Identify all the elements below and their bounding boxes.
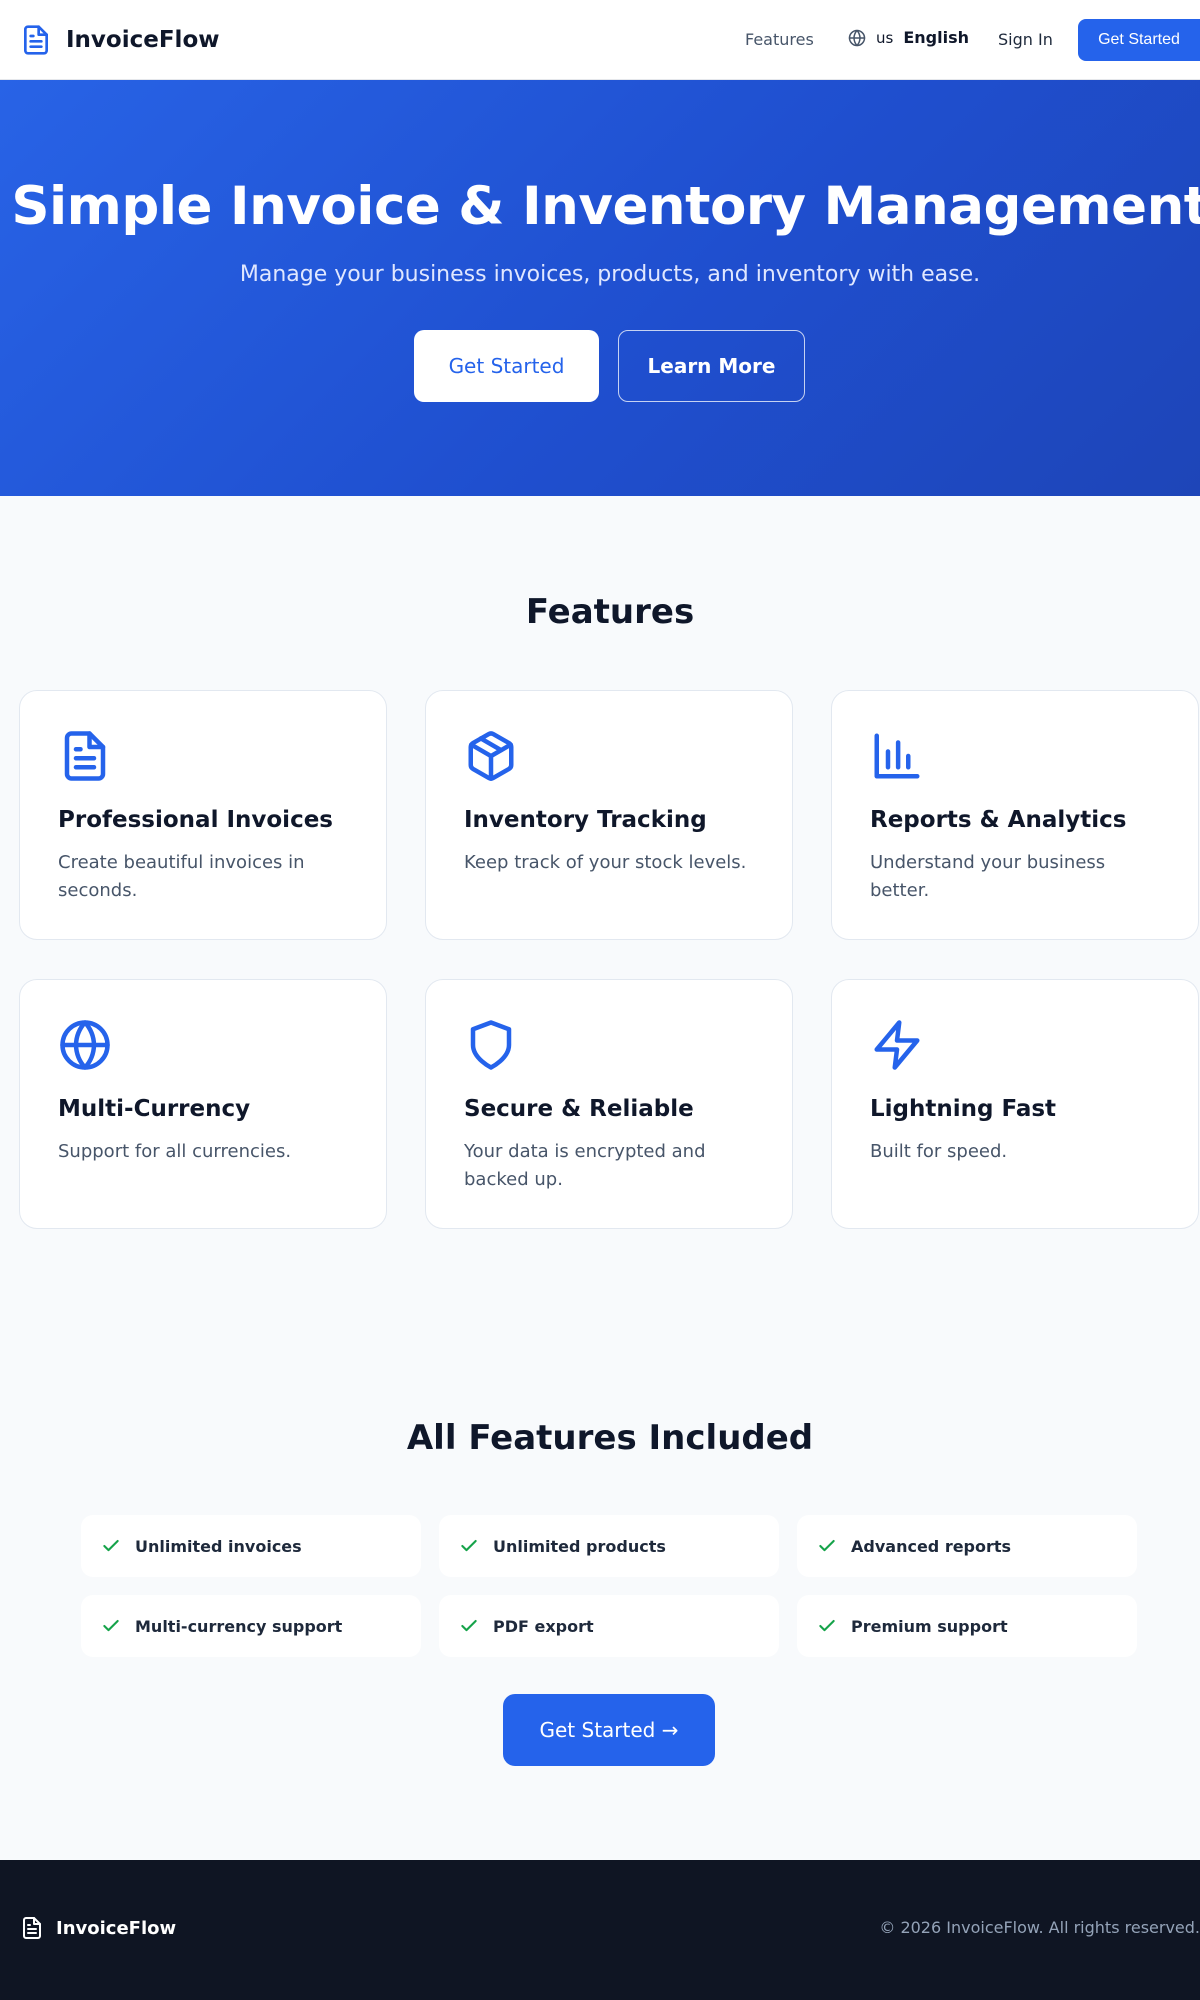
feature-card: Multi-Currency Support for all currencie… — [19, 979, 387, 1229]
included-item: Premium support — [797, 1595, 1137, 1657]
feature-card: Secure & Reliable Your data is encrypted… — [425, 979, 793, 1229]
included-item-label: Unlimited products — [493, 1536, 666, 1556]
check-icon — [461, 1619, 477, 1632]
included-item: Unlimited products — [439, 1515, 779, 1577]
sign-in-link[interactable]: Sign In — [998, 30, 1053, 49]
included-item-label: PDF export — [493, 1616, 594, 1636]
get-started-nav-button[interactable]: Get Started — [1078, 19, 1200, 61]
included-item: PDF export — [439, 1595, 779, 1657]
hero-section: Simple Invoice & Inventory Management Ma… — [0, 80, 1200, 496]
features-heading: Features — [525, 592, 695, 632]
file-text-icon — [24, 25, 48, 55]
shield-icon — [470, 1020, 512, 1070]
feature-description: Built for speed. — [870, 1141, 1008, 1162]
brand-link[interactable]: InvoiceFlow — [20, 20, 220, 60]
feature-description: Keep track of your stock levels. — [464, 852, 747, 873]
get-started-cta-button[interactable]: Get Started → — [503, 1694, 715, 1766]
feature-description: Create beautiful invoices in seconds. — [58, 852, 305, 901]
included-item: Advanced reports — [797, 1515, 1137, 1577]
feature-title: Reports & Analytics — [870, 807, 1127, 833]
included-item: Multi-currency support — [81, 1595, 421, 1657]
check-icon — [461, 1539, 477, 1552]
hero-get-started-button[interactable]: Get Started — [414, 330, 599, 402]
nav-link-features[interactable]: Features — [745, 30, 814, 49]
hero-learn-more-button[interactable]: Learn More — [618, 330, 805, 402]
feature-card: Lightning Fast Built for speed. — [831, 979, 1199, 1229]
included-item-label: Multi-currency support — [135, 1616, 343, 1636]
hero-title: Simple Invoice & Inventory Management — [11, 176, 1200, 237]
feature-title: Secure & Reliable — [464, 1096, 694, 1122]
included-heading: All Features Included — [406, 1418, 814, 1458]
footer-copyright: © 2026 InvoiceFlow. All rights reserved. — [879, 1918, 1200, 1937]
feature-title: Professional Invoices — [58, 807, 333, 833]
lightning-icon — [874, 1020, 920, 1070]
bar-chart-icon — [874, 733, 920, 779]
feature-card: Reports & Analytics Understand your busi… — [831, 690, 1199, 940]
check-icon — [819, 1619, 835, 1632]
language-name: English — [903, 28, 969, 47]
feature-title: Lightning Fast — [870, 1096, 1057, 1122]
included-item-label: Premium support — [851, 1616, 1008, 1636]
file-text-icon — [64, 731, 106, 781]
footer: InvoiceFlow © 2026 InvoiceFlow. All righ… — [0, 1860, 1200, 2000]
language-selector[interactable]: us English — [848, 28, 969, 47]
footer-brand[interactable]: InvoiceFlow — [20, 1914, 176, 1942]
globe-icon — [60, 1020, 110, 1070]
feature-card: Inventory Tracking Keep track of your st… — [425, 690, 793, 940]
globe-icon — [848, 29, 866, 46]
footer-brand-name: InvoiceFlow — [56, 1917, 177, 1939]
feature-card: Professional Invoices Create beautiful i… — [19, 690, 387, 940]
included-item-label: Advanced reports — [851, 1536, 1012, 1556]
check-icon — [103, 1539, 119, 1552]
feature-description: Support for all currencies. — [58, 1141, 292, 1162]
feature-title: Inventory Tracking — [464, 807, 707, 833]
included-item: Unlimited invoices — [81, 1515, 421, 1577]
check-icon — [819, 1539, 835, 1552]
feature-description: Your data is encrypted and backed up. — [464, 1141, 706, 1190]
box-icon — [468, 731, 514, 781]
feature-title: Multi-Currency — [58, 1096, 251, 1122]
top-navbar: InvoiceFlow Features us English Sign In … — [0, 0, 1200, 80]
hero-subtitle: Manage your business invoices, products,… — [239, 262, 981, 287]
file-text-icon — [23, 1917, 41, 1939]
included-item-label: Unlimited invoices — [135, 1536, 302, 1556]
language-code: us — [876, 28, 894, 47]
check-icon — [103, 1619, 119, 1632]
feature-description: Understand your business better. — [870, 852, 1106, 901]
brand-name: InvoiceFlow — [66, 27, 220, 53]
